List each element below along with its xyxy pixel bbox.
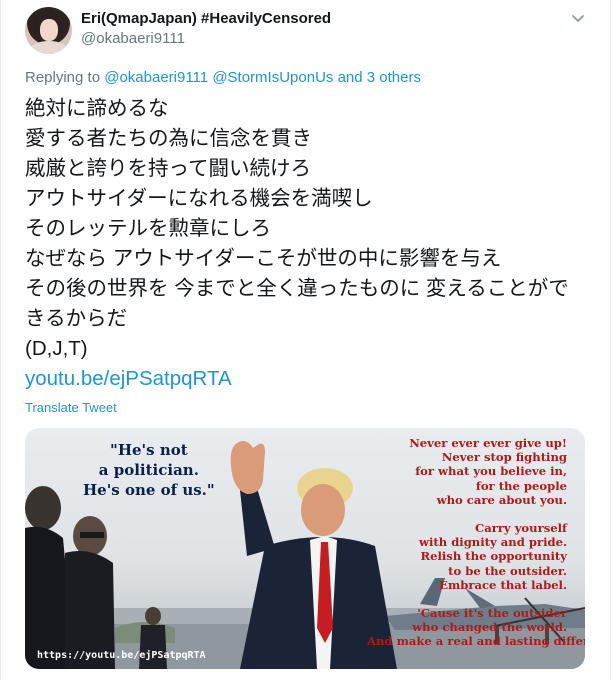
- card-quote-line: "He's not: [110, 441, 188, 459]
- card-message-line: And make a real and lasting difference.: [367, 634, 585, 649]
- reply-context: Replying to @okabaeri9111 @StormIsUponUs…: [25, 69, 421, 86]
- tweet-line: アウトサイダーになれる機会を満喫し: [25, 187, 373, 210]
- avatar-shoulders: [30, 41, 68, 54]
- card-message-line: who changed the world.: [412, 620, 567, 635]
- card-message-line: Carry yourself: [474, 521, 567, 536]
- card-message-line: who care about you.: [436, 492, 567, 507]
- reply-mention-2[interactable]: @StormIsUponUs: [212, 69, 333, 86]
- card-message: Never ever ever give up! Never stop figh…: [367, 436, 585, 649]
- tweet-line: 絶対に諦めるな: [25, 97, 169, 120]
- display-name[interactable]: Eri(QmapJapan) #HeavilyCensored: [81, 10, 331, 27]
- translate-tweet-link[interactable]: Translate Tweet: [25, 400, 117, 415]
- tweet: Eri(QmapJapan) #HeavilyCensored @okabaer…: [0, 0, 611, 680]
- card-message-spacer: [367, 592, 567, 606]
- card-message-line: to be the outsider.: [448, 563, 567, 578]
- card-message-line: 'Cause it's the outsider: [417, 606, 567, 621]
- card-message-line: for the people: [475, 478, 567, 493]
- card-message-line: Never ever ever give up!: [409, 436, 567, 450]
- avatar[interactable]: [25, 7, 72, 54]
- tweet-text: 絶対に諦めるな 愛する者たちの為に信念を貫き 威厳と誇りを持って闘い続けろ アウ…: [25, 94, 595, 394]
- card-message-line: Never stop fighting: [441, 450, 567, 465]
- card-quote-line: He's one of us.": [83, 481, 215, 499]
- user-handle[interactable]: @okabaeri9111: [81, 30, 185, 47]
- media-card[interactable]: "He's not a politician. He's one of us."…: [25, 428, 585, 669]
- reply-mention-1[interactable]: @okabaeri9111: [104, 69, 208, 86]
- avatar-face: [40, 19, 58, 41]
- card-url: https://youtu.be/ejPSatpqRTA: [37, 650, 206, 661]
- card-quote-line: a politician.: [98, 461, 199, 479]
- card-message-line: Embrace that label.: [439, 577, 567, 592]
- card-message-line: with dignity and pride.: [418, 535, 567, 550]
- tweet-line: そのレッテルを勲章にしろ: [25, 217, 271, 240]
- card-quote: "He's not a politician. He's one of us.": [83, 440, 215, 500]
- card-message-line: for what you believe in,: [415, 464, 567, 479]
- tweet-line: その後の世界を 今までと全く違ったものに 変えることがで: [25, 277, 569, 300]
- tweet-link[interactable]: youtu.be/ejPSatpqRTA: [25, 367, 232, 390]
- tweet-line: 威厳と誇りを持って闘い続けろ: [25, 157, 311, 180]
- tweet-line: 愛する者たちの為に信念を貫き: [25, 127, 312, 150]
- card-message-line: Relish the opportunity: [420, 549, 567, 564]
- tweet-line: (D,J,T): [25, 337, 88, 360]
- tweet-line: きるからだ: [25, 307, 128, 330]
- reply-others[interactable]: and 3 others: [338, 69, 421, 86]
- tweet-line: なぜなら アウトサイダーこそが世の中に影響を与え: [25, 247, 502, 270]
- card-message-spacer: [367, 507, 567, 521]
- reply-prefix: Replying to: [25, 69, 101, 86]
- chevron-down-icon[interactable]: [570, 10, 586, 26]
